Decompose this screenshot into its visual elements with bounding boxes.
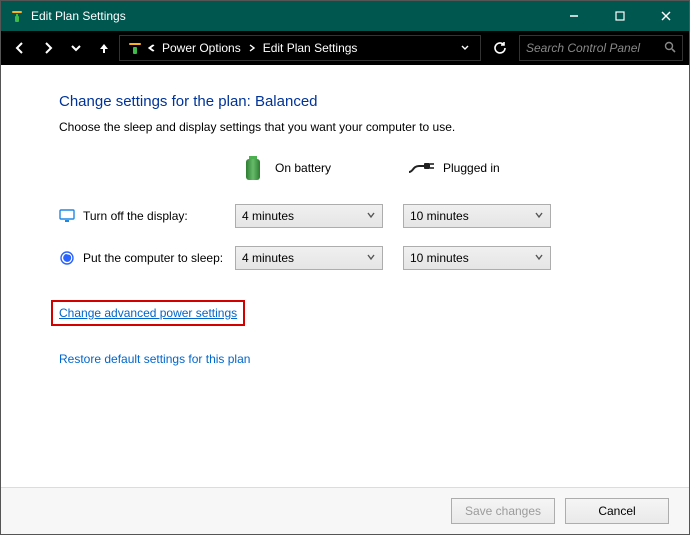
search-icon: [664, 41, 676, 56]
window-controls: [551, 1, 689, 31]
control-panel-icon: [126, 41, 144, 55]
content-area: Change settings for the plan: Balanced C…: [1, 65, 689, 487]
display-plugged-value: 10 minutes: [410, 209, 534, 223]
row-sleep-label: Put the computer to sleep:: [83, 251, 235, 265]
search-input[interactable]: Search Control Panel: [519, 35, 683, 61]
breadcrumb-power-options[interactable]: Power Options: [158, 41, 245, 55]
window-root: Edit Plan Settings: [0, 0, 690, 535]
maximize-button[interactable]: [597, 1, 643, 31]
search-placeholder: Search Control Panel: [526, 41, 664, 55]
navbar: Power Options Edit Plan Settings Search …: [1, 31, 689, 65]
chevron-down-icon: [366, 209, 376, 223]
display-plugged-select[interactable]: 10 minutes: [403, 204, 551, 228]
sleep-plugged-select[interactable]: 10 minutes: [403, 246, 551, 270]
button-bar: Save changes Cancel: [1, 487, 689, 534]
close-button[interactable]: [643, 1, 689, 31]
display-icon: [59, 208, 75, 224]
back-button[interactable]: [7, 35, 33, 61]
titlebar: Edit Plan Settings: [1, 1, 689, 31]
link-change-advanced[interactable]: Change advanced power settings: [51, 300, 245, 326]
up-button[interactable]: [91, 35, 117, 61]
cancel-button[interactable]: Cancel: [565, 498, 669, 524]
chevron-left-icon: [144, 43, 158, 53]
refresh-button[interactable]: [487, 35, 513, 61]
row-sleep: Put the computer to sleep: 4 minutes 10 …: [59, 246, 649, 270]
address-bar[interactable]: Power Options Edit Plan Settings: [119, 35, 481, 61]
link-restore-defaults[interactable]: Restore default settings for this plan: [59, 352, 250, 366]
save-button[interactable]: Save changes: [451, 498, 555, 524]
power-state-header: On battery Plugged in: [239, 154, 649, 182]
row-display-label: Turn off the display:: [83, 209, 235, 223]
window-icon: [9, 8, 25, 24]
page-instruction: Choose the sleep and display settings th…: [59, 120, 649, 134]
state-on-battery-label: On battery: [275, 161, 331, 175]
state-plugged-in-label: Plugged in: [443, 161, 500, 175]
breadcrumb-edit-plan[interactable]: Edit Plan Settings: [259, 41, 362, 55]
chevron-right-icon: [245, 43, 259, 53]
links-section: Change advanced power settings Restore d…: [59, 300, 649, 382]
sleep-battery-select[interactable]: 4 minutes: [235, 246, 383, 270]
chevron-down-icon: [534, 209, 544, 223]
page-title: Change settings for the plan: Balanced: [59, 93, 649, 110]
chevron-down-icon: [534, 251, 544, 265]
forward-button[interactable]: [35, 35, 61, 61]
recent-locations-button[interactable]: [63, 35, 89, 61]
display-battery-select[interactable]: 4 minutes: [235, 204, 383, 228]
display-battery-value: 4 minutes: [242, 209, 366, 223]
state-on-battery: On battery: [239, 154, 407, 182]
sleep-icon: [59, 250, 75, 266]
row-display: Turn off the display: 4 minutes 10 minut…: [59, 204, 649, 228]
plug-icon: [407, 154, 435, 182]
sleep-battery-value: 4 minutes: [242, 251, 366, 265]
state-plugged-in: Plugged in: [407, 154, 567, 182]
battery-icon: [239, 154, 267, 182]
address-dropdown-icon[interactable]: [456, 41, 474, 55]
chevron-down-icon: [366, 251, 376, 265]
sleep-plugged-value: 10 minutes: [410, 251, 534, 265]
minimize-button[interactable]: [551, 1, 597, 31]
window-title: Edit Plan Settings: [31, 9, 551, 23]
